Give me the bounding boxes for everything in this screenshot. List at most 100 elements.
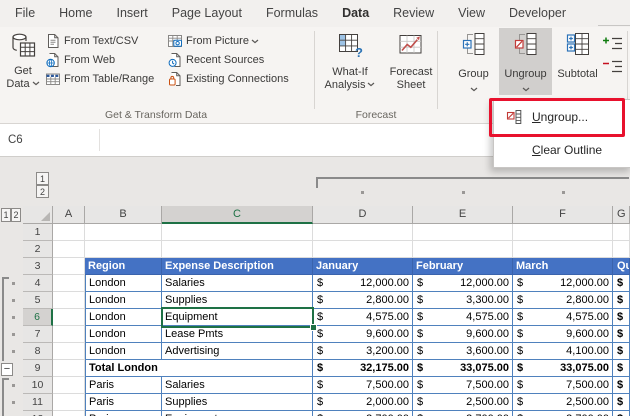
column-header-D[interactable]: D (313, 206, 413, 224)
from-table-range-button[interactable]: From Table/Range (45, 70, 154, 88)
row-header-2[interactable]: 2 (23, 241, 53, 258)
cell-G10[interactable]: $ (613, 377, 630, 394)
tab-insert[interactable]: Insert (105, 0, 160, 27)
cell-C2[interactable] (162, 241, 313, 258)
from-text-csv-button[interactable]: From Text/CSV (45, 32, 138, 50)
column-outline-level-2-button[interactable]: 2 (36, 185, 49, 198)
cell-G5[interactable]: $ (613, 292, 630, 309)
cell-G6[interactable]: $ (613, 309, 630, 326)
cell-B10[interactable]: Paris (85, 377, 162, 394)
cell-D8[interactable]: $3,200.00 (313, 343, 413, 360)
cell-C3[interactable]: Expense Description (162, 258, 313, 275)
cell-G8[interactable]: $ (613, 343, 630, 360)
tab-developer[interactable]: Developer (497, 0, 578, 27)
cell-D6[interactable]: $4,575.00 (313, 309, 413, 326)
cell-A8[interactable] (53, 343, 85, 360)
from-picture-button[interactable]: From Picture (167, 32, 262, 50)
cell-F8[interactable]: $4,100.00 (513, 343, 613, 360)
cell-B6[interactable]: London (85, 309, 162, 326)
row-header-5[interactable]: 5 (23, 292, 53, 309)
cell-G4[interactable]: $ (613, 275, 630, 292)
row-header-8[interactable]: 8 (23, 343, 53, 360)
cell-F12[interactable]: $2,700.00 (513, 411, 613, 416)
row-header-1[interactable]: 1 (23, 224, 53, 241)
tab-home[interactable]: Home (47, 0, 104, 27)
group-dropdown-arrow[interactable] (449, 83, 498, 96)
existing-connections-button[interactable]: Existing Connections (167, 70, 289, 88)
cell-E2[interactable] (413, 241, 513, 258)
cell-C8[interactable]: Advertising (162, 343, 313, 360)
column-header-A[interactable]: A (53, 206, 85, 224)
cell-B3[interactable]: Region (85, 258, 162, 275)
cell-B7[interactable]: London (85, 326, 162, 343)
tab-formulas[interactable]: Formulas (254, 0, 330, 27)
row-header-12[interactable]: 12 (23, 411, 53, 416)
tab-page-layout[interactable]: Page Layout (160, 0, 254, 27)
get-data-button[interactable]: Get Data (4, 28, 42, 95)
cell-F2[interactable] (513, 241, 613, 258)
cell-G12[interactable]: $ (613, 411, 630, 416)
cell-A4[interactable] (53, 275, 85, 292)
cell-A11[interactable] (53, 394, 85, 411)
cell-G3[interactable]: Qu (613, 258, 630, 275)
group-button[interactable]: Group (449, 28, 498, 95)
cell-A3[interactable] (53, 258, 85, 275)
cell-E8[interactable]: $3,600.00 (413, 343, 513, 360)
cell-E7[interactable]: $9,600.00 (413, 326, 513, 343)
cell-B12[interactable]: Paris (85, 411, 162, 416)
row-header-7[interactable]: 7 (23, 326, 53, 343)
cell-C10[interactable]: Salaries (162, 377, 313, 394)
row-header-9[interactable]: 9 (23, 360, 53, 377)
ungroup-button[interactable]: Ungroup (499, 28, 552, 95)
cell-E3[interactable]: February (413, 258, 513, 275)
fill-handle[interactable] (310, 324, 317, 331)
cell-C11[interactable]: Supplies (162, 394, 313, 411)
cell-E11[interactable]: $2,500.00 (413, 394, 513, 411)
hide-detail-button[interactable] (602, 57, 627, 75)
cell-G2[interactable] (613, 241, 630, 258)
name-box[interactable]: C6 (8, 124, 23, 156)
recent-sources-button[interactable]: Recent Sources (167, 51, 264, 69)
column-header-F[interactable]: F (513, 206, 613, 224)
what-if-analysis-button[interactable]: ? What-If Analysis (318, 28, 382, 95)
cell-F7[interactable]: $9,600.00 (513, 326, 613, 343)
cell-A10[interactable] (53, 377, 85, 394)
cell-A6[interactable] (53, 309, 85, 326)
row-header-10[interactable]: 10 (23, 377, 53, 394)
cell-B1[interactable] (85, 224, 162, 241)
show-detail-button[interactable] (602, 34, 627, 52)
cell-B5[interactable]: London (85, 292, 162, 309)
cell-G1[interactable] (613, 224, 630, 241)
cell-F3[interactable]: March (513, 258, 613, 275)
column-header-B[interactable]: B (85, 206, 162, 224)
cell-D11[interactable]: $2,000.00 (313, 394, 413, 411)
cell-C7[interactable]: Lease Pmts (162, 326, 313, 343)
tab-view[interactable]: View (446, 0, 497, 27)
row-header-3[interactable]: 3 (23, 258, 53, 275)
cell-D5[interactable]: $2,800.00 (313, 292, 413, 309)
cell-F10[interactable]: $7,500.00 (513, 377, 613, 394)
column-header-G[interactable]: G (613, 206, 630, 224)
cell-C12[interactable]: Equipment (162, 411, 313, 416)
row-header-6[interactable]: 6 (23, 309, 53, 326)
column-header-C[interactable]: C (162, 206, 313, 224)
cell-D2[interactable] (313, 241, 413, 258)
cell-E10[interactable]: $7,500.00 (413, 377, 513, 394)
cell-E4[interactable]: $12,000.00 (413, 275, 513, 292)
row-outline-level-1-button[interactable]: 1 (1, 208, 11, 222)
forecast-sheet-button[interactable]: Forecast Sheet (384, 28, 438, 95)
cell-F4[interactable]: $12,000.00 (513, 275, 613, 292)
cell-A2[interactable] (53, 241, 85, 258)
from-web-button[interactable]: From Web (45, 51, 115, 69)
tab-review[interactable]: Review (381, 0, 446, 27)
cell-E5[interactable]: $3,300.00 (413, 292, 513, 309)
cell-G7[interactable]: $ (613, 326, 630, 343)
cell-F5[interactable]: $2,800.00 (513, 292, 613, 309)
cell-C4[interactable]: Salaries (162, 275, 313, 292)
cell-E1[interactable] (413, 224, 513, 241)
cell-D1[interactable] (313, 224, 413, 241)
cell-E9[interactable]: $33,075.00 (413, 360, 513, 377)
cell-F9[interactable]: $33,075.00 (513, 360, 613, 377)
cell-A7[interactable] (53, 326, 85, 343)
cell-E6[interactable]: $4,575.00 (413, 309, 513, 326)
